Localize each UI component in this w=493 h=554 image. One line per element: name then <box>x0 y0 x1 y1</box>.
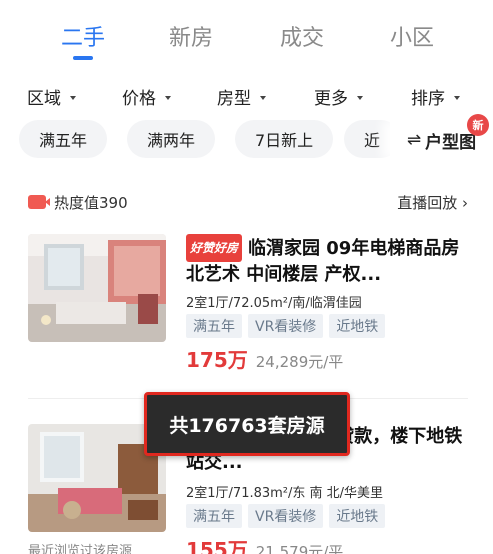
live-video-icon <box>28 195 50 209</box>
floor-plan-button[interactable]: ⇌ 户型图 新 <box>390 114 493 160</box>
listing-tags: 满五年 VR看装修 近地铁 <box>186 314 386 338</box>
price-total: 175万 <box>186 348 248 372</box>
chip-five-years[interactable]: 满五年 <box>19 120 108 158</box>
listing-count-toast: 共176763套房源 <box>144 392 350 456</box>
filter-area-label: 区域 <box>27 89 61 109</box>
caret-down-icon <box>357 96 363 100</box>
filter-price[interactable]: 价格 <box>122 84 171 109</box>
tab-new-homes[interactable]: 新房 <box>169 20 213 52</box>
price-per-sqm: 21,579元/平 <box>255 543 344 554</box>
top-tabs: 二手 新房 成交 小区 <box>0 0 493 66</box>
filter-area[interactable]: 区域 <box>27 84 76 109</box>
tag: 满五年 <box>186 314 242 338</box>
filter-sort[interactable]: 排序 <box>411 84 460 109</box>
live-row: 热度值390 直播回放 › <box>28 192 468 214</box>
price-total: 155万 <box>186 538 248 554</box>
tag: VR看装修 <box>248 504 324 528</box>
new-badge: 新 <box>467 114 489 136</box>
filter-more[interactable]: 更多 <box>314 84 363 109</box>
tab-deals[interactable]: 成交 <box>280 20 324 52</box>
listing-meta: 2室1厅/72.05m²/南/临渭佳园 <box>186 296 362 311</box>
caret-down-icon <box>454 96 460 100</box>
listing-price: 155万 21,579元/平 <box>186 534 343 554</box>
active-tab-indicator <box>73 56 93 60</box>
tag: 近地铁 <box>329 504 386 528</box>
tab-second-hand[interactable]: 二手 <box>61 20 105 52</box>
filter-price-label: 价格 <box>122 89 156 109</box>
chip-two-years[interactable]: 满两年 <box>127 120 216 158</box>
caret-down-icon <box>70 96 76 100</box>
live-replay-label: 直播回放 <box>397 194 458 212</box>
caret-down-icon <box>260 96 266 100</box>
live-replay-link[interactable]: 直播回放 › <box>397 192 468 213</box>
tab-communities[interactable]: 小区 <box>390 20 434 52</box>
chevron-right-icon: › <box>462 194 468 212</box>
heat-value: 热度值390 <box>54 194 128 212</box>
listing-price: 175万 24,289元/平 <box>186 344 343 373</box>
listing-meta: 2室1厅/71.83m²/东 南 北/华美里 <box>186 486 384 501</box>
chip-new-7-days[interactable]: 7日新上 <box>235 120 334 158</box>
swap-arrows-icon: ⇌ <box>406 130 422 150</box>
good-house-badge: 好赞好房 <box>186 234 243 262</box>
price-per-sqm: 24,289元/平 <box>255 353 344 371</box>
caret-down-icon <box>165 96 171 100</box>
listing-tags: 满五年 VR看装修 近地铁 <box>186 504 386 528</box>
listing-title: 好赞好房 临渭家园 09年电梯商品房 北艺术 中间楼层 产权... <box>186 234 471 288</box>
tag: VR看装修 <box>248 314 324 338</box>
filter-more-label: 更多 <box>314 89 348 109</box>
recently-viewed-label: 最近浏览过该房源 <box>28 544 133 554</box>
filter-room-type-label: 房型 <box>217 89 251 109</box>
tag: 近地铁 <box>329 314 386 338</box>
listing-card[interactable]: 好赞好房 临渭家园 09年电梯商品房 北艺术 中间楼层 产权... 2室1厅/72… <box>28 234 468 384</box>
listing-photo <box>28 234 166 342</box>
tag: 满五年 <box>186 504 242 528</box>
filter-room-type[interactable]: 房型 <box>217 84 266 109</box>
filter-sort-label: 排序 <box>411 89 445 109</box>
filter-bar: 区域 价格 房型 更多 排序 <box>0 84 493 110</box>
